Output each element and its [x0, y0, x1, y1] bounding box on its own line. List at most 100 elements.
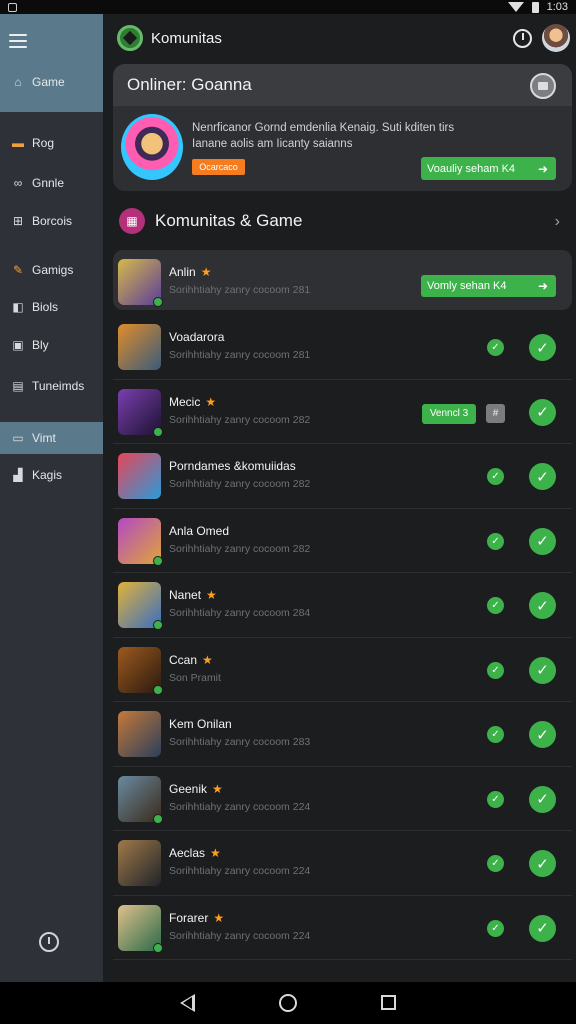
avatar[interactable]: [542, 24, 570, 52]
clock-icon[interactable]: [39, 932, 59, 952]
star-icon: ★: [200, 265, 212, 279]
check-button-icon[interactable]: ✓: [529, 527, 556, 555]
section-header[interactable]: ▦ Komunitas & Game ›: [113, 203, 572, 239]
list-item[interactable]: Voadarora Sorihhtiahy zanry cocoom 281 ✓ ✓: [113, 315, 572, 380]
list-item[interactable]: Ccan ★ Son Pramit ✓ ✓: [113, 638, 572, 702]
battery-icon: [531, 1, 539, 13]
system-nav-bar: [0, 982, 576, 1024]
sidebar-item-gamigs[interactable]: ✎ Gamigs: [0, 254, 103, 286]
sidebar-item-vimt[interactable]: ▭ Vimt: [0, 422, 103, 454]
game-thumbnail: [118, 453, 161, 499]
status-time: 1:03: [546, 1, 568, 13]
section-title: Komunitas & Game: [155, 211, 303, 230]
sidebar-item-bly[interactable]: ▣ Bly: [0, 329, 103, 361]
item-name: Porndames &komuiidas: [169, 459, 296, 473]
list-item[interactable]: Mecic ★ Sorihhtiahy zanry cocoom 282 Venncl…: [113, 380, 572, 444]
sidebar-item-biols[interactable]: ◧ Biols: [0, 291, 103, 323]
item-name: Mecic: [169, 394, 201, 409]
small-check-icon: ✓: [487, 339, 504, 356]
button-label: Vomly sehan K4: [427, 280, 507, 292]
list-item[interactable]: Anlin ★ Sorihhtiahy zanry cocoom 281 Vomly …: [113, 250, 572, 310]
list-item[interactable]: Nanet ★ Sorihhtiahy zanry cocoom 284 ✓ ✓: [113, 573, 572, 638]
item-title: Ccan ★: [169, 653, 213, 667]
sidebar-item-label: Vimt: [32, 431, 56, 445]
hero-avatar: [121, 114, 183, 180]
tag-icon[interactable]: #: [486, 403, 505, 423]
game-thumbnail: [118, 775, 163, 824]
game-thumbnail: [118, 582, 163, 630]
small-check-icon: ✓: [487, 855, 504, 872]
back-icon[interactable]: [180, 994, 195, 1012]
item-name: Anla Omed: [169, 523, 230, 538]
sidebar-item-label: Gamigs: [32, 263, 74, 277]
item-subtitle: Sorihhtiahy zanry cocoom 282: [169, 413, 311, 426]
list-item[interactable]: Anla Omed Sorihhtiahy zanry cocoom 282 ✓ ✓: [113, 509, 572, 573]
online-card-action-button[interactable]: Voauliy seham K4 ➜: [421, 157, 556, 180]
item-action-button[interactable]: Vomly sehan K4 ➜: [421, 275, 556, 297]
check-button-icon[interactable]: ✓: [529, 850, 556, 877]
item-subtitle: Sorihhtiahy zanry cocoom 224: [169, 865, 311, 877]
online-card: Onliner: Goanna Nenrficanor Gornd emdenl…: [113, 64, 572, 191]
check-button-icon[interactable]: ✓: [529, 398, 556, 426]
star-icon: ★: [202, 652, 213, 667]
game-thumbnail: [118, 517, 163, 566]
game-thumbnail: [118, 388, 163, 437]
arrow-right-icon: ➜: [537, 279, 548, 293]
check-button-icon[interactable]: ✓: [529, 785, 556, 813]
check-button-icon[interactable]: ✓: [529, 914, 556, 942]
button-label: Voauliy seham K4: [427, 162, 516, 175]
sidebar-item-tuneimds[interactable]: ▤ Tuneimds: [0, 370, 103, 402]
check-button-icon[interactable]: ✓: [529, 656, 556, 684]
check-button-icon[interactable]: ✓: [529, 592, 556, 619]
menu-icon[interactable]: [9, 34, 27, 48]
home-button-icon[interactable]: [279, 994, 297, 1012]
stack-icon: ▟: [13, 468, 23, 482]
item-title: Porndames &komuiidas: [169, 459, 296, 473]
folder-icon: ▬: [12, 136, 24, 150]
sidebar-item-label: Borcois: [32, 214, 73, 228]
item-title: Mecic ★: [169, 395, 216, 409]
item-name: Geenik: [169, 781, 208, 796]
card-dismiss-button[interactable]: [530, 73, 556, 99]
sidebar-item-label: Kagis: [32, 468, 63, 482]
recent-apps-icon[interactable]: [381, 995, 396, 1010]
check-button-icon[interactable]: ✓: [529, 334, 556, 361]
status-badge: Ocarcaco: [192, 159, 245, 175]
sidebar-item-borcois[interactable]: ⊞ Borcois: [0, 205, 103, 237]
list-item[interactable]: Geenik ★ Sorihhtiahy zanry cocoom 224 ✓ ✓: [113, 767, 572, 831]
online-indicator-icon: [153, 684, 163, 695]
list-item[interactable]: Aeclas ★ Sorihhtiahy zanry cocoom 224 ✓ ✓: [113, 831, 572, 896]
wifi-icon: [507, 2, 524, 12]
item-title: Voadarora: [169, 330, 224, 344]
sidebar-item-label: Game: [32, 75, 65, 89]
list-item[interactable]: Porndames &komuiidas Sorihhtiahy zanry co…: [113, 444, 572, 509]
item-action-button[interactable]: Venncl 3: [422, 403, 476, 424]
page-title: Komunitas: [151, 29, 222, 47]
home-icon: ⌂: [14, 75, 22, 89]
item-subtitle: Sorihhtiahy zanry cocoom 281: [169, 349, 311, 361]
small-check-icon: ✓: [487, 597, 504, 614]
list-item[interactable]: Forarer ★ Sorihhtiahy zanry cocoom 224 ✓ ✓: [113, 896, 572, 960]
sidebar-item-label: Bly: [32, 338, 49, 352]
star-icon: ★: [213, 910, 225, 925]
gamepad-icon: ▭: [12, 431, 24, 445]
list-item[interactable]: Kem Onilan Sorihhtiahy zanry cocoom 283 ✓ ✓: [113, 702, 572, 767]
sidebar-item-rog[interactable]: ▬ Rog: [0, 127, 103, 159]
small-check-icon: ✓: [487, 532, 504, 550]
sidebar-item-label: Rog: [32, 136, 55, 150]
check-button-icon[interactable]: ✓: [529, 721, 556, 748]
item-title: Anla Omed: [169, 524, 229, 538]
timer-icon[interactable]: [513, 29, 532, 48]
community-icon: ▦: [119, 208, 145, 234]
online-indicator-icon: [153, 426, 163, 437]
sidebar-item-gnnle[interactable]: ∞ Gnnle: [0, 167, 103, 199]
sidebar-item-game[interactable]: ⌂ Game: [0, 66, 103, 98]
app-header: Komunitas: [103, 14, 576, 62]
item-name: Aeclas: [169, 846, 206, 860]
check-button-icon[interactable]: ✓: [529, 463, 556, 490]
sidebar-item-kagis[interactable]: ▟ Kagis: [0, 459, 103, 491]
small-check-icon: ✓: [487, 726, 504, 743]
item-title: Kem Onilan: [169, 717, 232, 731]
sidebar-item-label: Tuneimds: [32, 379, 85, 393]
star-icon: ★: [210, 846, 221, 860]
